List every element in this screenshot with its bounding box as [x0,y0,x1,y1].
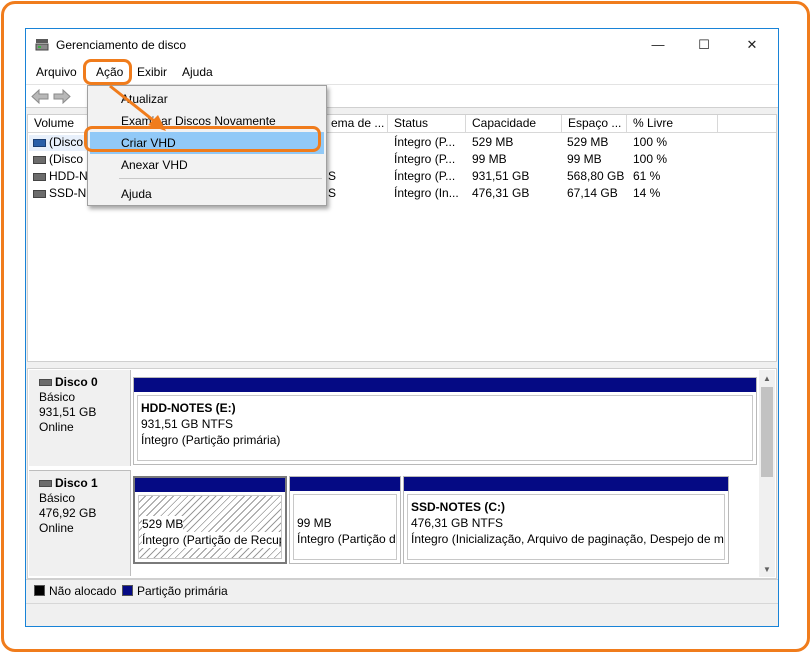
partition-hdd-notes[interactable]: HDD-NOTES (E:) 931,51 GB NTFS Íntegro (P… [133,377,757,465]
partition-status: Íntegro (Partição primária) [141,433,281,447]
menu-item-anexar-vhd[interactable]: Anexar VHD [90,154,324,176]
disk-type: Básico [39,491,76,505]
column-header-empty [718,115,776,133]
partition-size: 99 MB [297,516,332,530]
cell-percent: 14 % [633,186,661,200]
disk-icon [33,173,46,181]
legend-swatch-primary [122,585,133,596]
forward-arrow-icon[interactable] [53,89,71,104]
status-bar [26,603,778,626]
disk-size: 931,51 GB [39,405,97,419]
disk-state: Online [39,420,74,434]
menu-acao[interactable]: Ação [96,65,123,79]
maximize-button[interactable]: ☐ [681,29,727,60]
back-arrow-icon[interactable] [31,89,49,104]
cell-filesystem: S [328,186,337,200]
cell-volume: (Disco [49,135,84,149]
legend-primary: Partição primária [137,584,228,598]
disk-size: 476,92 GB [39,506,97,520]
cell-status: Íntegro (P... [394,169,456,183]
disk-icon [33,156,46,164]
partition-size: 476,31 GB NTFS [411,516,504,530]
partition-recovery[interactable]: 529 MB Íntegro (Partição de Recup [133,476,287,564]
cell-volume: HDD-N [49,169,88,183]
partition-title: SSD-NOTES (C:) [411,500,505,514]
cell-free: 568,80 GB [567,169,625,183]
column-header-filesystem[interactable]: ema de ... [325,115,388,133]
partition-bar [290,477,400,491]
cell-capacity: 931,51 GB [472,169,530,183]
partition-body: HDD-NOTES (E:) 931,51 GB NTFS Íntegro (P… [137,395,753,461]
partition-status: Íntegro (Partição de Recup [142,532,281,548]
disk-graph-view: Disco 0 Básico 931,51 GB Online HDD-NOTE… [27,368,777,579]
window-title: Gerenciamento de disco [56,38,187,52]
scroll-down-icon[interactable]: ▼ [759,561,775,577]
cell-free: 99 MB [567,152,602,166]
scroll-up-icon[interactable]: ▲ [759,370,775,386]
cell-volume: SSD-NC [49,186,89,200]
partition-bar [134,378,756,392]
column-header-status[interactable]: Status [388,115,466,133]
disk-state: Online [39,521,74,535]
column-header-capacity[interactable]: Capacidade [466,115,562,133]
disk-icon [33,139,46,147]
close-icon: ✕ [746,36,758,52]
partition-title [297,499,396,515]
cell-status: Íntegro (P... [394,152,456,166]
cell-status: Íntegro (P... [394,135,456,149]
annotation-arrow-icon [109,84,166,131]
disk-name: Disco 1 [55,476,98,490]
partition-bar [404,477,728,491]
partition-size: 529 MB [142,516,184,532]
cell-filesystem: S [328,169,337,183]
close-button[interactable]: ✕ [729,29,775,60]
disk-icon [39,379,52,386]
legend-unallocated: Não alocado [49,584,117,598]
menu-separator [119,178,322,179]
partition-status: Íntegro (Inicialização, Arquivo de pagin… [411,532,724,546]
legend-bar: Não alocado Partição primária [26,579,778,600]
disk-icon [39,480,52,487]
cell-percent: 100 % [633,135,668,149]
cell-free: 67,14 GB [567,186,618,200]
cell-percent: 100 % [633,152,668,166]
partition-body: SSD-NOTES (C:) 476,31 GB NTFS Íntegro (I… [407,494,725,560]
menu-exibir[interactable]: Exibir [137,65,167,79]
partition-body: 99 MB Íntegro (Partição d [293,494,397,560]
maximize-icon: ☐ [698,36,710,52]
disk-management-icon [35,39,49,51]
menu-ajuda[interactable]: Ajuda [182,65,213,79]
partition-status: Íntegro (Partição d [297,532,396,546]
disk-1-label[interactable]: Disco 1 Básico 476,92 GB Online [29,470,131,576]
menu-item-ajuda[interactable]: Ajuda [90,183,324,205]
cell-percent: 61 % [633,169,661,183]
cell-capacity: 476,31 GB [472,186,530,200]
cell-capacity: 529 MB [472,135,514,149]
partition-size: 931,51 GB NTFS [141,417,234,431]
vertical-scrollbar[interactable]: ▲ ▼ [759,370,775,577]
column-header-free-space[interactable]: Espaço ... [562,115,627,133]
disk-name: Disco 0 [55,375,98,389]
minimize-icon: — [651,37,665,52]
title-bar: Gerenciamento de disco — ☐ ✕ [26,29,778,60]
partition-title [142,500,281,516]
partition-ssd-notes[interactable]: SSD-NOTES (C:) 476,31 GB NTFS Íntegro (I… [403,476,729,564]
partition-body: 529 MB Íntegro (Partição de Recup [138,495,282,559]
disk-0-label[interactable]: Disco 0 Básico 931,51 GB Online [29,370,131,466]
disk-icon [33,190,46,198]
scroll-thumb[interactable] [761,387,773,477]
disk-type: Básico [39,390,76,404]
menu-arquivo[interactable]: Arquivo [36,65,77,79]
minimize-button[interactable]: — [635,29,681,60]
cell-capacity: 99 MB [472,152,507,166]
cell-volume: (Disco 1 [49,152,89,166]
partition-title: HDD-NOTES (E:) [141,401,236,415]
legend-swatch-unallocated [34,585,45,596]
partition-bar [135,478,285,492]
cell-free: 529 MB [567,135,609,149]
cell-status: Íntegro (In... [394,186,459,200]
column-header-percent-free[interactable]: % Livre [627,115,718,133]
partition-efi[interactable]: 99 MB Íntegro (Partição d [289,476,401,564]
